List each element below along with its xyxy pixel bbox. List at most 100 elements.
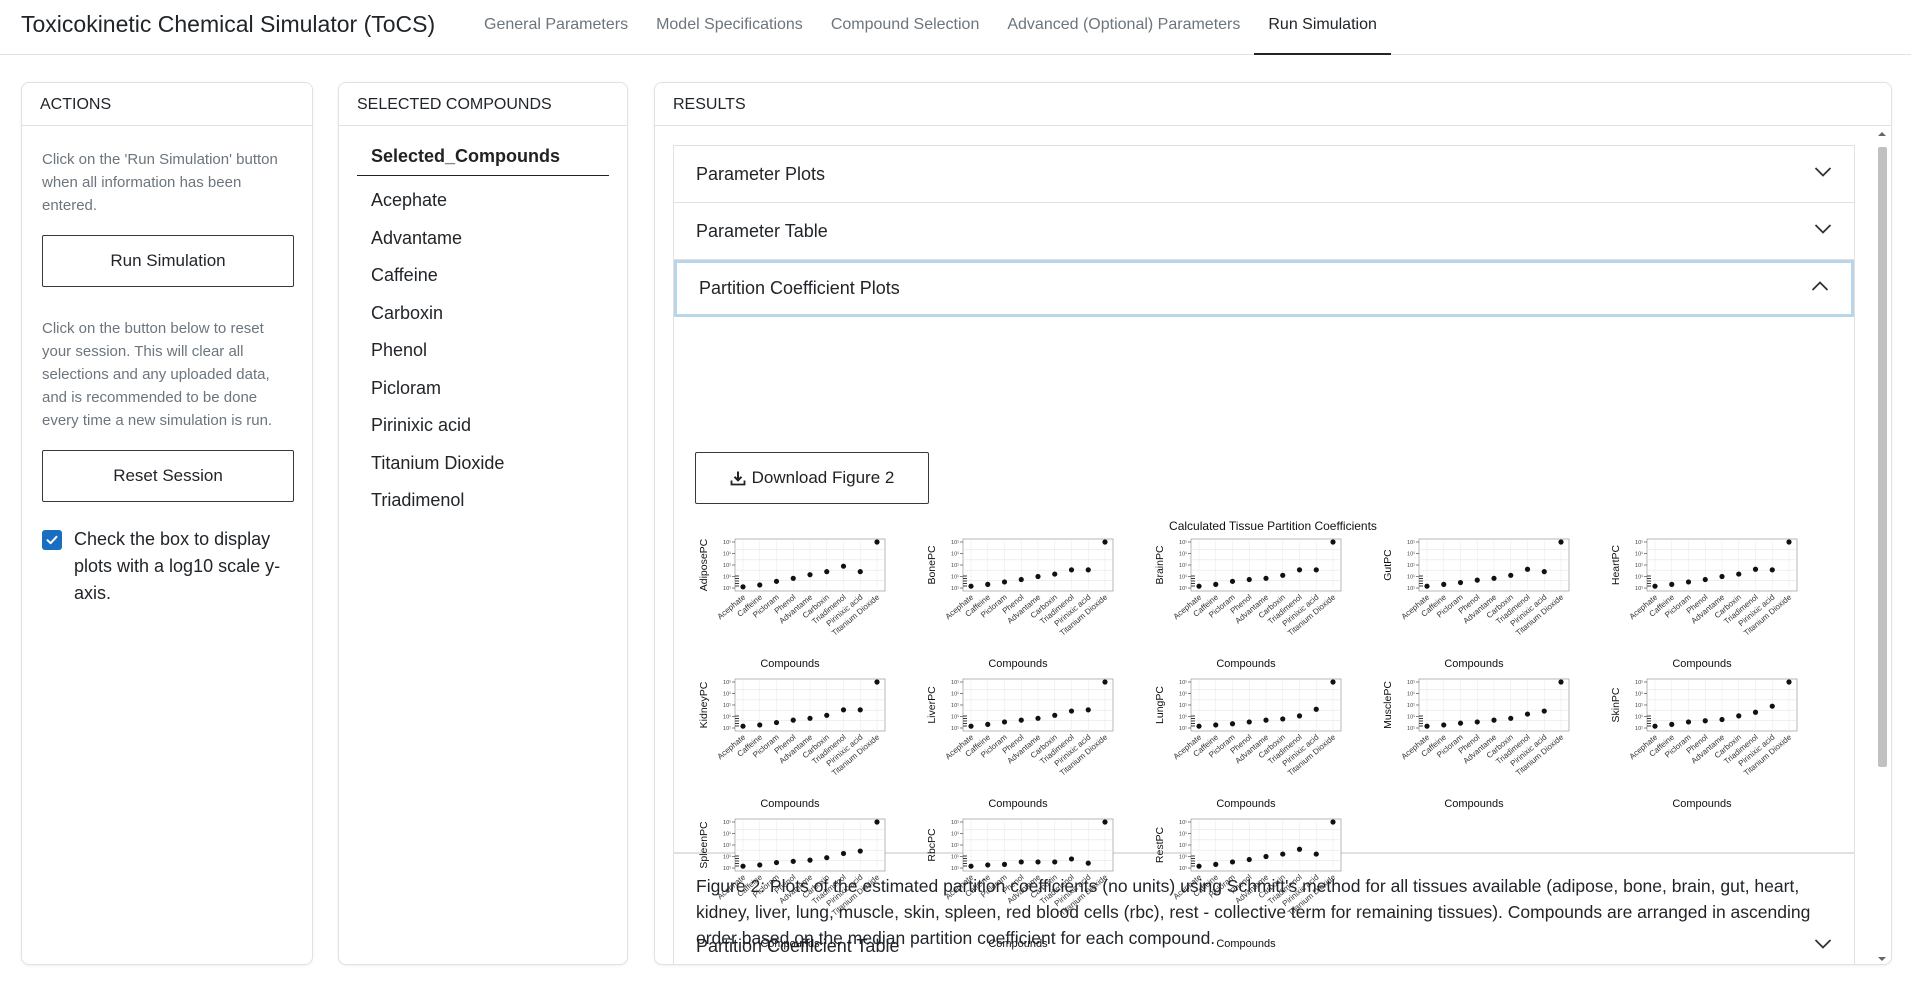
y-axis-label: RestPC (1154, 827, 1166, 864)
y-axis-label: LiverPC (926, 686, 938, 724)
reset-session-button[interactable]: Reset Session (42, 450, 294, 502)
accordion-header[interactable]: Parameter Plots (674, 146, 1854, 203)
data-point (1424, 723, 1430, 729)
y-tick-label: 10¹ (951, 726, 959, 732)
data-point (790, 858, 796, 864)
data-point (1018, 859, 1024, 865)
data-point (1441, 581, 1447, 587)
y-tick-label: 10¹ (1179, 703, 1187, 709)
x-axis-label: Compounds (760, 798, 820, 810)
figure-caption: Figure 2: Plots of the estimated partiti… (696, 876, 1811, 948)
data-point (1229, 721, 1236, 727)
data-point (1085, 567, 1091, 573)
y-tick-label: 10¹ (1635, 703, 1643, 709)
navbar: Toxicokinetic Chemical Simulator (ToCS) … (0, 0, 1911, 55)
data-point (1719, 573, 1725, 580)
data-point (1313, 851, 1319, 857)
data-point (1052, 859, 1058, 865)
accordion-parameter-table: Parameter Table (673, 202, 1855, 261)
y-axis-label: AdiposePC (698, 538, 710, 591)
x-axis-label: Compounds (988, 798, 1048, 810)
data-point (1652, 723, 1658, 729)
y-tick-label: 10¹ (1407, 575, 1415, 581)
data-point (1102, 539, 1108, 545)
tab-advanced-parameters[interactable]: Advanced (Optional) Parameters (993, 0, 1254, 55)
list-item: Carboxin (371, 302, 444, 323)
data-point (1213, 722, 1219, 728)
y-tick-label: 10¹ (1179, 832, 1187, 838)
x-axis-label: Compounds (760, 658, 820, 670)
selected-compounds-header: SELECTED COMPOUNDS (339, 83, 627, 126)
y-tick-label: 10¹ (1407, 726, 1415, 732)
app-title: Toxicokinetic Chemical Simulator (ToCS) (21, 11, 436, 37)
data-point (1213, 581, 1219, 587)
y-axis-label: SpleenPC (698, 821, 710, 869)
data-point (1263, 717, 1269, 723)
y-tick-label: 10¹ (951, 540, 959, 546)
y-tick-label: 10¹ (1179, 843, 1187, 849)
data-point (874, 539, 880, 545)
run-simulation-button[interactable]: Run Simulation (42, 235, 294, 287)
results-scrollbar[interactable] (1875, 129, 1889, 964)
data-point (1769, 567, 1775, 573)
chevron-up-icon (1811, 281, 1829, 291)
y-tick-label: 10¹ (951, 680, 959, 686)
data-point (840, 707, 847, 713)
data-point (874, 819, 880, 825)
download-figure-button[interactable]: Download Figure 2 (695, 452, 929, 504)
data-point (740, 863, 746, 869)
y-axis-label: GutPC (1382, 549, 1394, 581)
y-tick-label: 10¹ (1179, 575, 1187, 581)
results-scroll-area[interactable]: Parameter Plots Parameter Table Partitio… (655, 127, 1891, 964)
data-point (1196, 723, 1202, 729)
y-tick-label: 10¹ (723, 575, 731, 581)
y-tick-label: 10¹ (723, 843, 731, 849)
y-tick-label: 10¹ (1635, 715, 1643, 721)
data-point (1313, 567, 1319, 573)
data-point (1508, 572, 1514, 578)
accordion-title: Parameter Plots (696, 164, 826, 184)
tab-general-parameters[interactable]: General Parameters (470, 0, 642, 55)
data-point (757, 862, 763, 868)
data-point (757, 722, 763, 728)
data-point (1685, 719, 1692, 725)
accordion-header[interactable]: Partition Coefficient Plots (674, 260, 1854, 317)
data-point (1263, 853, 1269, 860)
data-point (1035, 859, 1041, 865)
data-point (824, 569, 830, 575)
tab-run-simulation[interactable]: Run Simulation (1254, 0, 1391, 55)
log-scale-checkbox[interactable] (42, 530, 62, 550)
y-axis-label: LungPC (1154, 686, 1166, 724)
data-point (1702, 718, 1708, 724)
accordion-header[interactable]: Parameter Table (674, 203, 1854, 260)
checkmark-icon (46, 535, 58, 545)
selected-compounds-list: Acephate Advantame Caffeine Carboxin Phe… (357, 182, 609, 520)
scrollbar-thumb[interactable] (1878, 147, 1887, 767)
y-axis-label: BrainPC (1154, 545, 1166, 585)
data-point (1296, 713, 1303, 719)
data-point (1052, 571, 1058, 577)
list-item: Phenol (371, 340, 428, 360)
data-point (1752, 709, 1759, 715)
data-point (773, 859, 780, 866)
data-point (1441, 722, 1447, 728)
tab-compound-selection[interactable]: Compound Selection (817, 0, 994, 55)
data-point (1508, 715, 1514, 721)
accordion-title: Parameter Table (696, 221, 828, 241)
data-point (824, 712, 830, 718)
tab-model-specifications[interactable]: Model Specifications (642, 0, 817, 55)
y-tick-label: 10¹ (951, 820, 959, 826)
y-tick-label: 10¹ (951, 563, 959, 569)
y-tick-label: 10¹ (1179, 726, 1187, 732)
data-point (740, 584, 746, 590)
data-point (1085, 707, 1091, 713)
data-point (1491, 575, 1497, 581)
selected-compounds-column-header: Selected_Compounds (357, 146, 609, 176)
data-point (857, 848, 863, 854)
y-tick-label: 10¹ (1179, 866, 1187, 872)
x-axis-label: Compounds (1444, 658, 1504, 670)
y-tick-label: 10¹ (1635, 726, 1643, 732)
data-point (1102, 819, 1108, 825)
data-point (1229, 578, 1236, 584)
data-point (1652, 583, 1658, 589)
